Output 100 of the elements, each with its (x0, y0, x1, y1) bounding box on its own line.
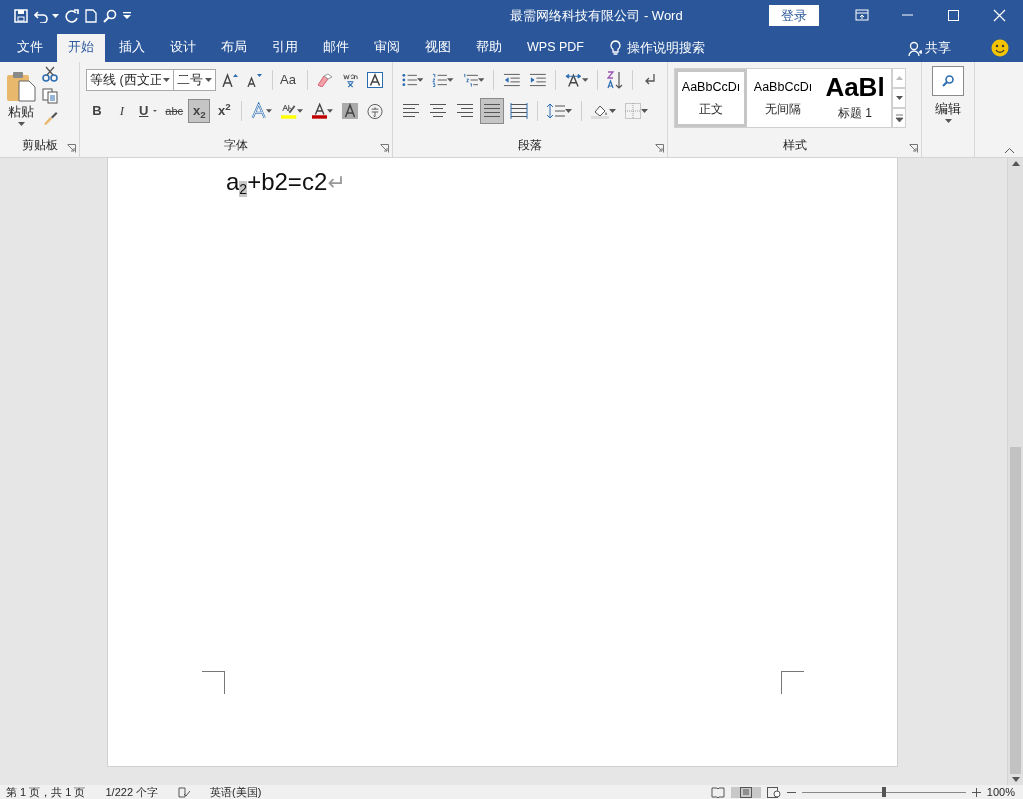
ribbon-tab[interactable]: 设计 (159, 34, 207, 62)
brush-icon[interactable] (42, 110, 58, 126)
smiley-icon[interactable] (991, 39, 1009, 57)
share-button[interactable]: 共享 (908, 34, 951, 62)
caret-icon (266, 109, 273, 113)
paragraph-mark-icon (644, 73, 657, 87)
group-label: 段落 (518, 137, 542, 154)
copy-icon[interactable] (42, 88, 58, 104)
ribbon-tab[interactable]: 邮件 (312, 34, 360, 62)
align-right-icon (456, 103, 474, 119)
change-case-button[interactable]: Aa (278, 68, 302, 92)
caret-icon (52, 13, 59, 18)
font-size-field[interactable]: 二号 (173, 69, 216, 91)
save-icon[interactable] (14, 8, 28, 23)
vertical-scrollbar[interactable] (1007, 158, 1023, 785)
read-mode-icon[interactable] (710, 786, 725, 798)
new-document-icon[interactable] (85, 8, 97, 23)
page-count[interactable]: 第 1 页，共 1 页 (6, 785, 86, 799)
zoom-percentage[interactable]: 100% (986, 785, 1015, 799)
style-item[interactable]: AaBbCcDı 正文 (675, 69, 747, 127)
format-button[interactable]: I (111, 99, 133, 123)
close-icon[interactable] (993, 9, 1007, 22)
character-border-icon (367, 72, 383, 88)
format-button[interactable]: x$_{2}$ (188, 99, 211, 123)
caret-icon (327, 109, 334, 113)
maximize-icon[interactable] (947, 9, 961, 22)
format-button[interactable]: abc (163, 99, 186, 123)
caret-icon (944, 118, 952, 123)
crop-mark (202, 671, 225, 694)
format-button[interactable]: x$^{2}$ (213, 99, 236, 123)
caret-icon (581, 78, 589, 82)
zoom-slider[interactable] (801, 787, 966, 797)
search-icon[interactable] (103, 8, 117, 23)
web-layout-icon[interactable] (766, 786, 781, 798)
group-label: 剪贴板 (21, 137, 58, 154)
customize-icon[interactable] (123, 12, 131, 19)
paste-button[interactable]: 粘贴 (6, 66, 36, 126)
group-label: 字体 (224, 137, 248, 154)
ribbon-tab[interactable]: 文件 (6, 34, 54, 62)
caret-icon (416, 78, 424, 82)
ribbon-tab[interactable]: WPS PDF (516, 34, 595, 62)
ribbon-tab[interactable]: 帮助 (465, 34, 513, 62)
bullets-icon (402, 73, 417, 87)
align-left-icon (402, 103, 420, 119)
text-direction-icon (564, 72, 582, 88)
login-button[interactable]: 登录 (769, 4, 819, 27)
proofing-icon[interactable] (178, 786, 191, 798)
character-shading-icon (342, 103, 359, 119)
text-effects-icon (251, 102, 267, 120)
ribbon-tab[interactable]: 审阅 (363, 34, 411, 62)
zoom-in-icon[interactable] (971, 787, 981, 797)
ribbon-tab[interactable]: 开始 (57, 34, 105, 62)
ribbon-tab[interactable]: 布局 (210, 34, 258, 62)
align-center-icon (429, 103, 447, 119)
scissors-icon[interactable] (42, 66, 58, 82)
undo-icon (34, 8, 49, 23)
line-spacing-icon (547, 103, 565, 119)
phonetic-guide-icon (342, 71, 358, 89)
zoom-slider-thumb[interactable] (881, 787, 886, 797)
grow-font-icon (222, 73, 238, 87)
ribbon-display-icon[interactable] (855, 9, 869, 22)
caret-icon (163, 78, 170, 82)
font-color-icon (311, 102, 328, 120)
collapse-ribbon-icon[interactable] (1004, 147, 1015, 154)
word-count[interactable]: 1/222 个字 (105, 785, 159, 799)
ribbon-tab[interactable]: 插入 (108, 34, 156, 62)
format-button[interactable]: B (86, 99, 108, 123)
style-item[interactable]: AaBl 标题 1 (819, 69, 891, 127)
dialog-launcher-icon[interactable] (67, 144, 76, 153)
document-text[interactable]: a$_{2}$+b2=c2 (226, 164, 328, 200)
align-justify-button[interactable] (480, 98, 504, 124)
dialog-launcher-icon[interactable] (655, 144, 664, 153)
enclose-character-icon (367, 102, 384, 120)
undo-button[interactable] (34, 8, 59, 23)
style-item[interactable]: AaBbCcDı 无间隔 (747, 69, 819, 127)
scroll-up-icon[interactable] (1011, 161, 1020, 166)
print-layout-icon[interactable] (738, 786, 753, 798)
caret-icon (296, 109, 303, 113)
more-styles-icon[interactable] (894, 113, 904, 123)
shrink-font-icon (247, 73, 263, 87)
scroll-down-icon[interactable] (894, 93, 904, 103)
ribbon-tab[interactable]: 视图 (414, 34, 462, 62)
search-icon (942, 75, 954, 87)
highlighter-icon (281, 102, 297, 120)
multilevel-list-icon (462, 73, 478, 87)
paragraph-mark: ↵ (327, 168, 346, 197)
increase-indent-icon (529, 73, 546, 87)
numbering-icon (432, 73, 448, 87)
dialog-launcher-icon[interactable] (909, 144, 918, 153)
scroll-down-icon[interactable] (1011, 777, 1020, 782)
caret-icon (447, 78, 454, 82)
clipboard-icon (6, 70, 36, 102)
ribbon-tab[interactable]: 引用 (261, 34, 309, 62)
language[interactable]: 英语(美国) (210, 785, 262, 799)
redo-icon[interactable] (65, 8, 79, 23)
format-button[interactable]: U (136, 99, 161, 123)
dialog-launcher-icon[interactable] (380, 144, 389, 153)
crop-mark (781, 671, 804, 694)
tell-me-search[interactable]: 操作说明搜索 (609, 34, 705, 62)
caret-icon (477, 78, 485, 82)
